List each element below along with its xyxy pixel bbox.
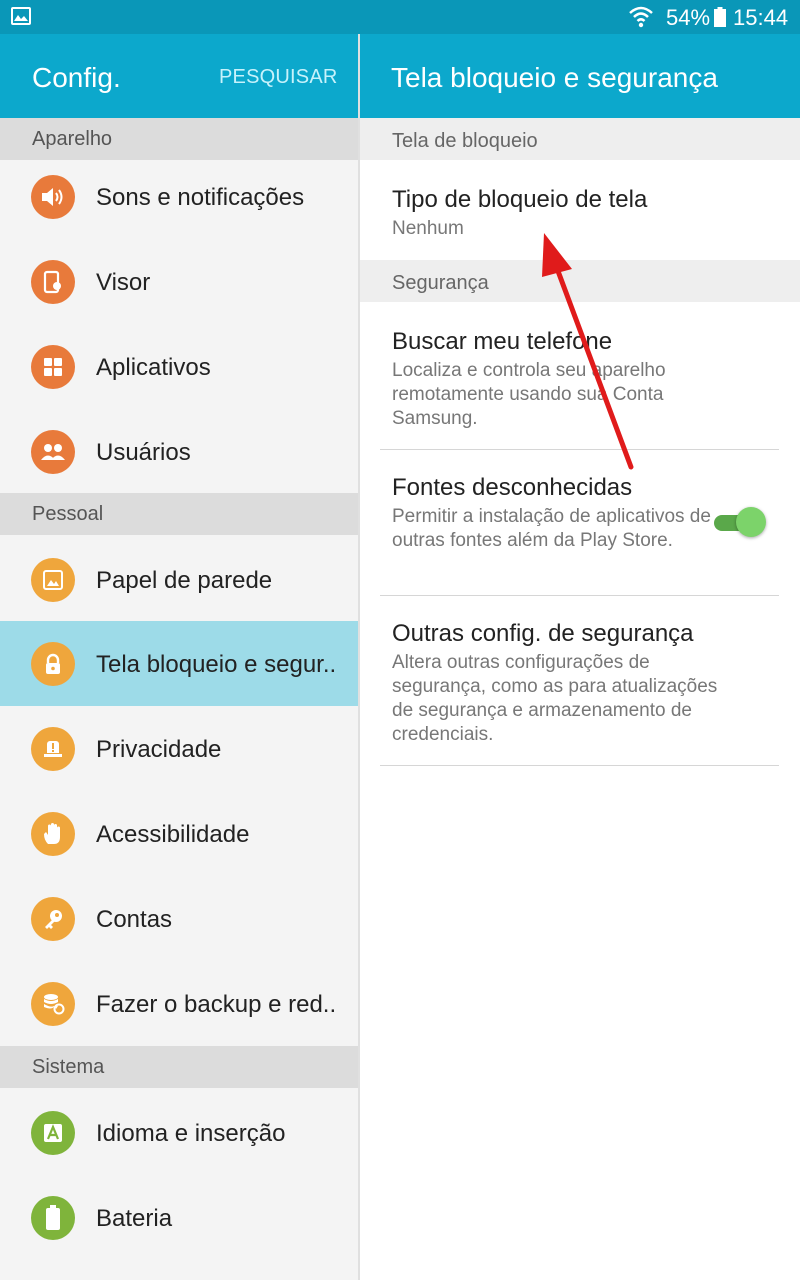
setting-other-security[interactable]: Outras config. de segurança Altera outra… xyxy=(360,596,800,766)
key-icon xyxy=(31,897,75,941)
clock: 15:44 xyxy=(733,5,789,30)
users-icon xyxy=(31,430,75,474)
sidebar-item-sounds[interactable]: Sons e notificações xyxy=(0,154,358,239)
sidebar-item-accounts[interactable]: Contas xyxy=(0,876,358,961)
battery-icon xyxy=(714,7,726,27)
annotation-arrow xyxy=(542,233,634,470)
right-app-bar: Tela bloqueio e segurança xyxy=(360,34,800,118)
search-button[interactable]: PESQUISAR xyxy=(219,66,338,89)
apps-icon xyxy=(31,345,75,389)
detail-pane: Tela bloqueio e segurança Tela de bloque… xyxy=(360,34,800,1280)
page-title: Config. xyxy=(32,62,121,93)
setting-title: Fontes desconhecidas xyxy=(392,474,633,501)
status-bar: 54% 15:44 xyxy=(0,0,800,34)
sidebar-item-lock-screen-security[interactable]: Tela bloqueio e segur.. xyxy=(0,621,358,706)
sound-icon xyxy=(31,175,75,219)
battery-icon xyxy=(31,1196,75,1240)
sidebar-item-battery[interactable]: Bateria xyxy=(0,1175,358,1260)
sidebar-item-accessibility[interactable]: Acessibilidade xyxy=(0,791,358,876)
setting-title: Outras config. de segurança xyxy=(392,620,694,647)
display-icon xyxy=(31,260,75,304)
sidebar-item-wallpaper[interactable]: Papel de parede xyxy=(0,537,358,622)
wifi-icon xyxy=(629,6,653,28)
wallpaper-icon xyxy=(31,558,75,602)
sidebar-item-backup-reset[interactable]: Fazer o backup e red.. xyxy=(0,961,358,1046)
settings-list-pane: Config. PESQUISAR Aparelho Sons e notifi… xyxy=(0,34,358,1280)
left-app-bar: Config. PESQUISAR xyxy=(0,34,358,118)
setting-subtitle: Altera outras configurações de segurança… xyxy=(392,652,718,745)
setting-subtitle: Permitir a instalação de aplicativos de … xyxy=(392,506,711,551)
section-header-personal: Pessoal xyxy=(0,493,358,535)
section-header-lock-screen: Tela de bloqueio xyxy=(360,118,800,160)
backup-icon xyxy=(31,982,75,1026)
sidebar-item-apps[interactable]: Aplicativos xyxy=(0,324,358,409)
battery-percent: 54% xyxy=(666,5,711,30)
privacy-icon xyxy=(31,727,75,771)
sidebar-item-display[interactable]: Visor xyxy=(0,239,358,324)
detail-title: Tela bloqueio e segurança xyxy=(391,62,718,93)
sidebar-item-users[interactable]: Usuários xyxy=(0,409,358,494)
list-divider xyxy=(380,765,779,766)
toggle-knob xyxy=(736,507,766,537)
lock-icon xyxy=(31,642,75,686)
sidebar-item-privacy[interactable]: Privacidade xyxy=(0,706,358,791)
gallery-icon xyxy=(11,7,31,25)
setting-title: Tipo de bloqueio de tela xyxy=(392,186,648,213)
unknown-sources-toggle[interactable] xyxy=(714,505,766,539)
section-header-system: Sistema xyxy=(0,1046,358,1088)
sidebar-item-language-input[interactable]: Idioma e inserção xyxy=(0,1090,358,1175)
language-icon xyxy=(31,1111,75,1155)
hand-icon xyxy=(31,812,75,856)
